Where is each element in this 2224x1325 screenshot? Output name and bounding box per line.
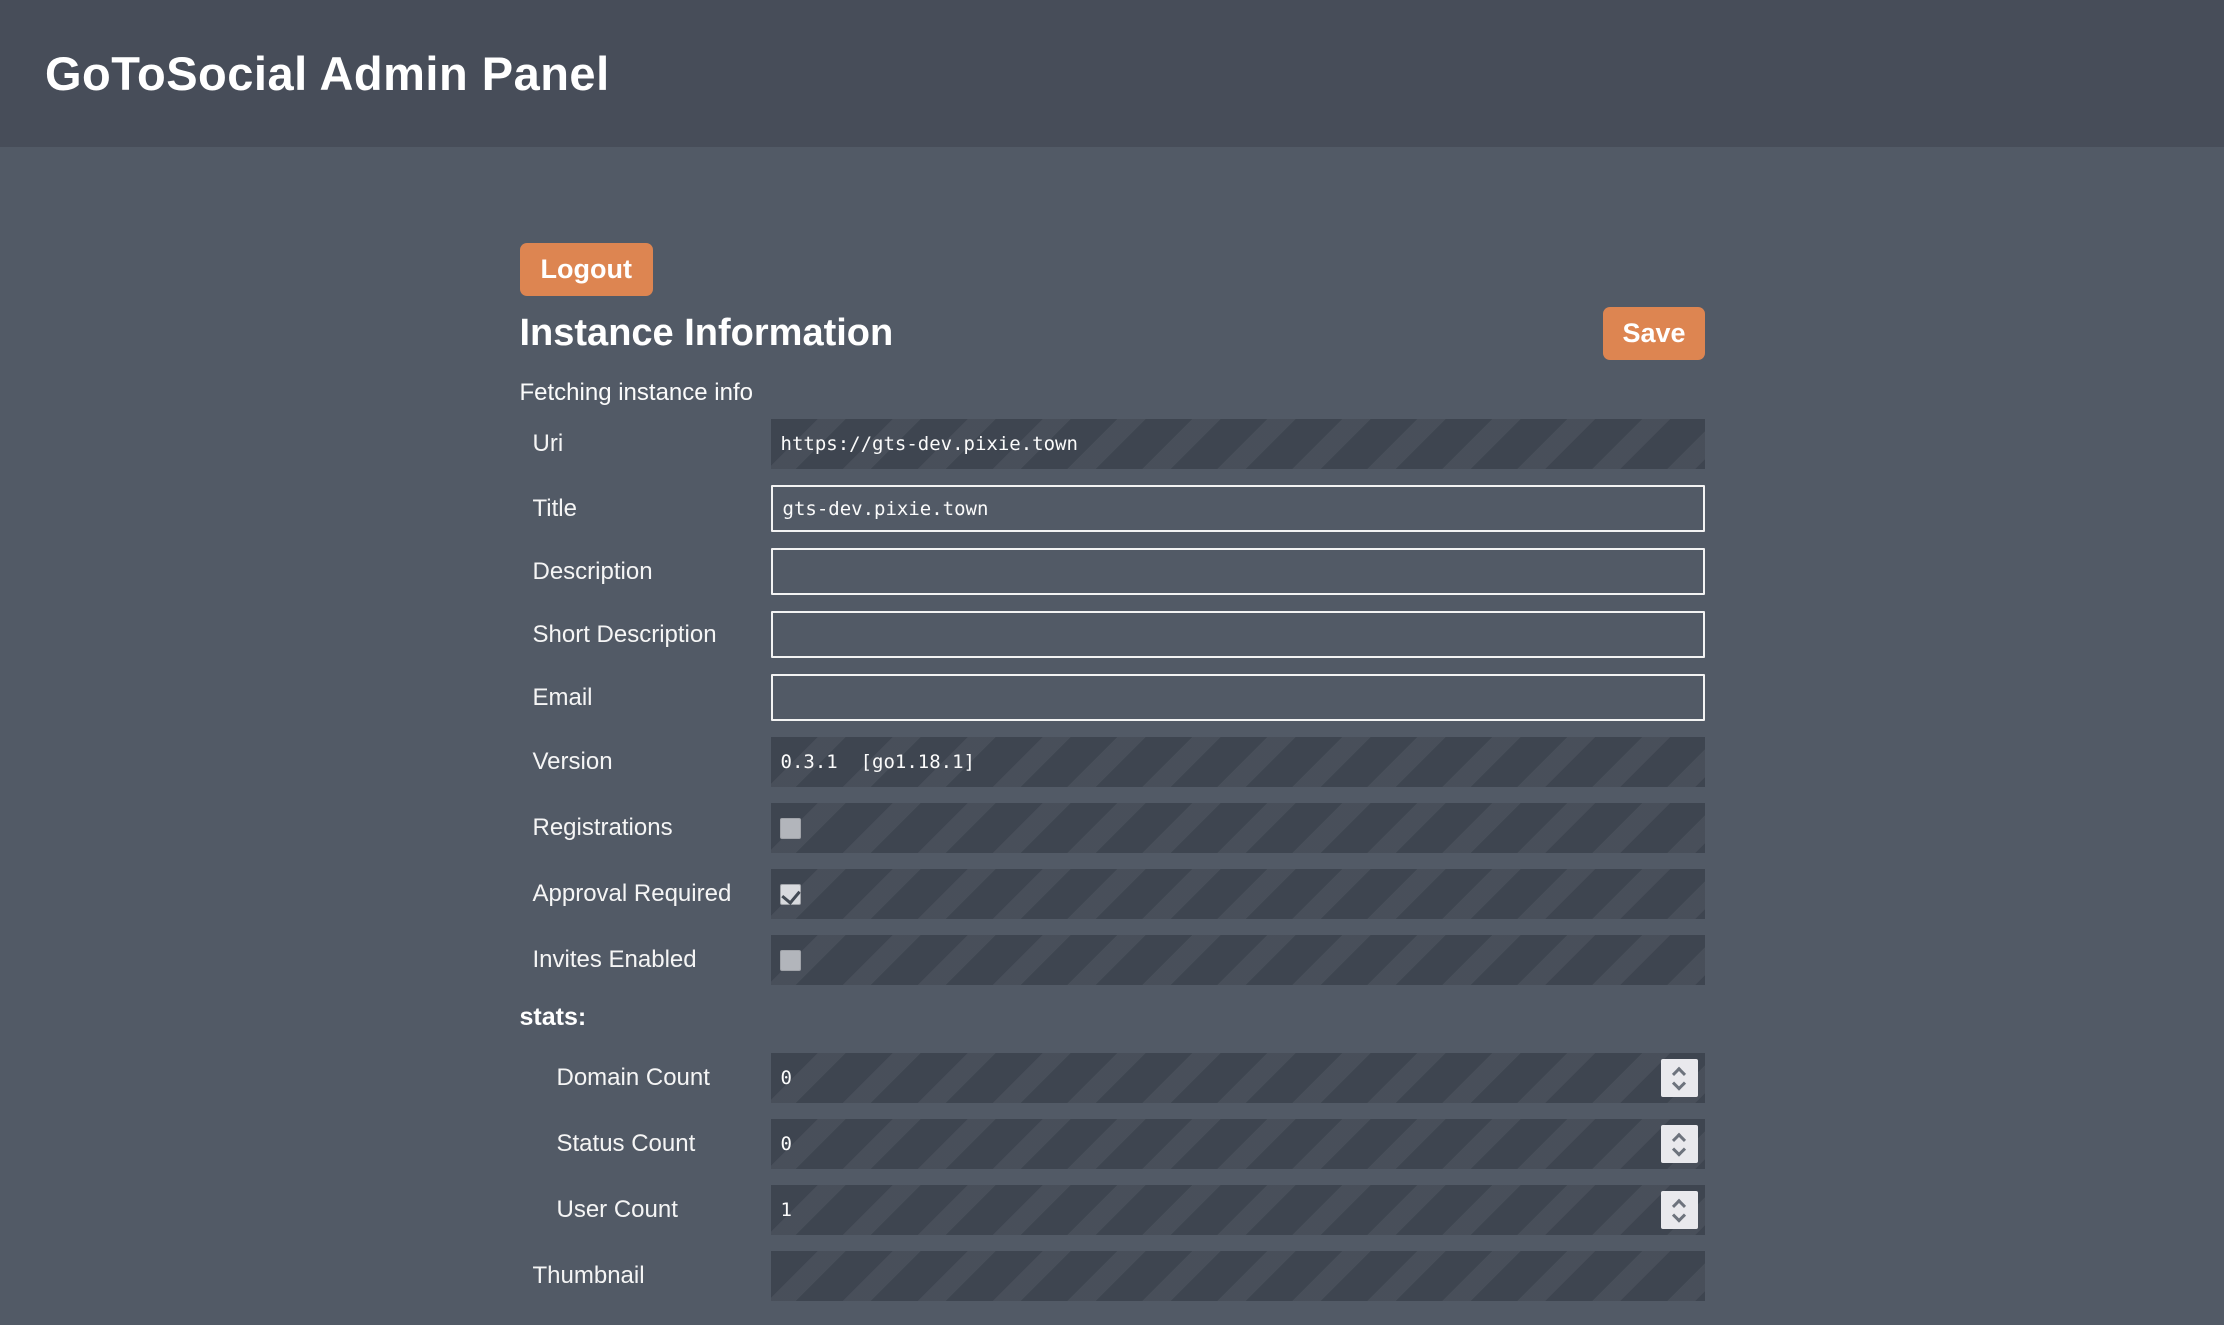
user-count-label: User Count [520, 1196, 771, 1224]
email-input[interactable] [771, 674, 1705, 721]
thumbnail-field-disabled [771, 1251, 1705, 1301]
user-count-value: 1 [771, 1199, 792, 1221]
status-count-field-disabled: 0 [771, 1119, 1705, 1169]
field-row-email: Email [520, 674, 1705, 721]
field-row-short-description: Short Description [520, 611, 1705, 658]
field-row-title: Title [520, 485, 1705, 532]
field-row-description: Description [520, 548, 1705, 595]
domain-count-label: Domain Count [520, 1064, 771, 1092]
domain-count-stepper[interactable] [1661, 1059, 1698, 1097]
title-input[interactable] [771, 485, 1705, 532]
email-label: Email [520, 684, 771, 712]
logout-button[interactable]: Logout [520, 243, 653, 296]
version-value: 0.3.1 [go1.18.1] [771, 751, 975, 773]
domain-count-field-disabled: 0 [771, 1053, 1705, 1103]
stats-section-heading: stats: [520, 1003, 1705, 1032]
app-header: GoToSocial Admin Panel [0, 0, 2224, 147]
approval-required-checkbox [780, 884, 801, 905]
invites-enabled-checkbox [780, 950, 801, 971]
user-count-stepper[interactable] [1661, 1191, 1698, 1229]
field-row-status-count: Status Count 0 [520, 1119, 1705, 1169]
invites-enabled-field-disabled [771, 935, 1705, 985]
field-row-domain-count: Domain Count 0 [520, 1053, 1705, 1103]
save-button[interactable]: Save [1603, 307, 1704, 360]
status-message: Fetching instance info [520, 379, 1705, 407]
page-title: Instance Information [520, 312, 894, 355]
thumbnail-label: Thumbnail [520, 1262, 771, 1290]
stepper-down-icon[interactable] [1672, 1143, 1686, 1157]
version-label: Version [520, 748, 771, 776]
uri-value: https://gts-dev.pixie.town [771, 433, 1078, 455]
description-input[interactable] [771, 548, 1705, 595]
registrations-label: Registrations [520, 814, 771, 842]
short-description-label: Short Description [520, 621, 771, 649]
user-count-field-disabled: 1 [771, 1185, 1705, 1235]
stepper-down-icon[interactable] [1672, 1077, 1686, 1091]
uri-field-disabled: https://gts-dev.pixie.town [771, 419, 1705, 469]
registrations-checkbox [780, 818, 801, 839]
version-field-disabled: 0.3.1 [go1.18.1] [771, 737, 1705, 787]
approval-required-label: Approval Required [520, 880, 771, 908]
title-label: Title [520, 495, 771, 523]
stepper-down-icon[interactable] [1672, 1209, 1686, 1223]
instance-settings-panel: Logout Instance Information Save Fetchin… [520, 147, 1705, 1325]
app-title: GoToSocial Admin Panel [45, 46, 610, 101]
field-row-user-count: User Count 1 [520, 1185, 1705, 1235]
uri-label: Uri [520, 430, 771, 458]
field-row-version: Version 0.3.1 [go1.18.1] [520, 737, 1705, 787]
status-count-stepper[interactable] [1661, 1125, 1698, 1163]
registrations-field-disabled [771, 803, 1705, 853]
field-row-approval-required: Approval Required [520, 869, 1705, 919]
short-description-input[interactable] [771, 611, 1705, 658]
field-row-registrations: Registrations [520, 803, 1705, 853]
description-label: Description [520, 558, 771, 586]
domain-count-value: 0 [771, 1067, 792, 1089]
approval-required-field-disabled [771, 869, 1705, 919]
status-count-label: Status Count [520, 1130, 771, 1158]
field-row-invites-enabled: Invites Enabled [520, 935, 1705, 985]
invites-enabled-label: Invites Enabled [520, 946, 771, 974]
status-count-value: 0 [771, 1133, 792, 1155]
field-row-uri: Uri https://gts-dev.pixie.town [520, 419, 1705, 469]
field-row-thumbnail: Thumbnail [520, 1251, 1705, 1301]
